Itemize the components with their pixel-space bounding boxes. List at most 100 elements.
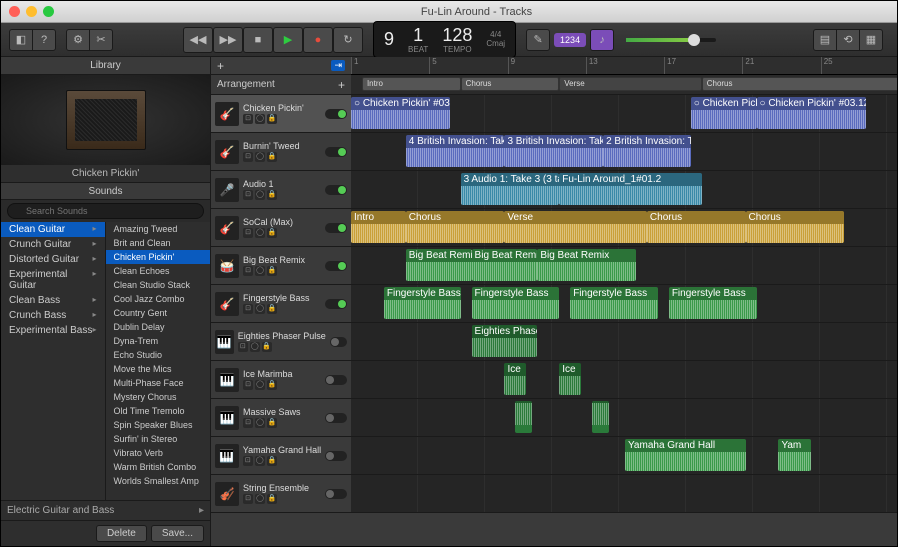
region[interactable]: Fingerstyle Bass xyxy=(384,287,461,319)
solo-button[interactable]: ◯ xyxy=(255,456,265,466)
category-item[interactable]: Experimental Guitar▸ xyxy=(1,267,105,293)
solo-button[interactable]: ◯ xyxy=(255,190,265,200)
preset-item[interactable]: Clean Studio Stack xyxy=(106,278,211,292)
region[interactable]: 4 British Invasion: Take 4 (4 takes) xyxy=(406,135,505,167)
breadcrumb[interactable]: Electric Guitar and Bass xyxy=(7,505,114,516)
solo-button[interactable]: ◯ xyxy=(255,114,265,124)
preset-item[interactable]: Echo Studio xyxy=(106,348,211,362)
region[interactable] xyxy=(515,401,531,433)
track-enable-toggle[interactable] xyxy=(330,337,347,347)
region[interactable]: ○ Chicken Pickin' #03.3 xyxy=(351,97,450,129)
track-lane[interactable]: 3 Audio 1: Take 3 (3 takes)Fu-Lin Around… xyxy=(351,171,897,208)
mute-button[interactable]: ⊡ xyxy=(243,418,253,428)
category-item[interactable]: Clean Guitar▸ xyxy=(1,222,105,237)
region[interactable]: Fingerstyle Bass xyxy=(472,287,560,319)
preset-item[interactable]: Dyna-Trem xyxy=(106,334,211,348)
mute-button[interactable]: ⊡ xyxy=(243,304,253,314)
preset-item[interactable]: Country Gent xyxy=(106,306,211,320)
mute-button[interactable]: ⊡ xyxy=(243,380,253,390)
preset-item[interactable]: Dublin Delay xyxy=(106,320,211,334)
preset-item[interactable]: Multi-Phase Face xyxy=(106,376,211,390)
category-item[interactable]: Crunch Guitar▸ xyxy=(1,237,105,252)
search-input[interactable] xyxy=(7,203,204,219)
library-toggle[interactable]: ◧ xyxy=(9,29,33,51)
region[interactable]: Chorus xyxy=(406,211,505,243)
track-header[interactable]: 🎹 Yamaha Grand Hall ⊡◯🔒 xyxy=(211,437,351,474)
solo-button[interactable]: ◯ xyxy=(250,342,260,352)
mute-button[interactable]: ⊡ xyxy=(243,190,253,200)
mute-button[interactable]: ⊡ xyxy=(243,266,253,276)
track-header[interactable]: 🎸 Burnin' Tweed ⊡◯🔒 xyxy=(211,133,351,170)
track-header[interactable]: 🎸 Fingerstyle Bass ⊡◯🔒 xyxy=(211,285,351,322)
preset-item[interactable]: Warm British Combo xyxy=(106,460,211,474)
category-item[interactable]: Distorted Guitar▸ xyxy=(1,252,105,267)
solo-button[interactable]: ◯ xyxy=(255,494,265,504)
lock-icon[interactable]: 🔒 xyxy=(267,152,277,162)
record-button[interactable]: ● xyxy=(303,27,333,53)
track-header[interactable]: 🎹 Ice Marimba ⊡◯🔒 xyxy=(211,361,351,398)
forward-button[interactable]: ▶▶ xyxy=(213,27,243,53)
ruler[interactable]: 15913172125 xyxy=(351,57,897,75)
region[interactable] xyxy=(592,401,608,433)
track-header[interactable]: 🎹 Massive Saws ⊡◯🔒 xyxy=(211,399,351,436)
category-item[interactable]: Clean Bass▸ xyxy=(1,293,105,308)
region[interactable]: Fingerstyle Bass xyxy=(669,287,757,319)
region[interactable]: ○ Chicken Pickin' #01 xyxy=(691,97,757,129)
solo-button[interactable]: ◯ xyxy=(255,266,265,276)
track-lane[interactable]: Yamaha Grand HallYam xyxy=(351,437,897,474)
track-enable-toggle[interactable] xyxy=(325,261,347,271)
region[interactable]: Intro xyxy=(351,211,406,243)
cycle-button[interactable]: ↻ xyxy=(333,27,363,53)
category-item[interactable]: Experimental Bass▸ xyxy=(1,323,105,338)
category-item[interactable]: Crunch Bass▸ xyxy=(1,308,105,323)
track-lane[interactable]: IntroChorusVerseChorusChorus xyxy=(351,209,897,246)
region[interactable]: Fu-Lin Around_1#01.2 xyxy=(559,173,701,205)
media-icon[interactable]: ▦ xyxy=(859,29,883,51)
help-button[interactable]: ? xyxy=(32,29,56,51)
loops-icon[interactable]: ⟲ xyxy=(836,29,860,51)
region[interactable]: ○ Chicken Pickin' #03.12 xyxy=(757,97,867,129)
arrangement-marker[interactable]: Chorus xyxy=(702,77,897,91)
pencil-icon[interactable]: ✎ xyxy=(526,29,550,51)
mute-button[interactable]: ⊡ xyxy=(243,228,253,238)
zoom-button[interactable] xyxy=(43,6,54,17)
mute-button[interactable]: ⊡ xyxy=(243,114,253,124)
region[interactable]: Eighties Phaser Pul xyxy=(472,325,538,357)
track-enable-toggle[interactable] xyxy=(325,299,347,309)
close-button[interactable] xyxy=(9,6,20,17)
region[interactable]: Verse xyxy=(504,211,646,243)
track-lane[interactable]: 4 British Invasion: Take 4 (4 takes)3 Br… xyxy=(351,133,897,170)
arrangement-marker[interactable]: Chorus xyxy=(461,77,560,91)
add-track-button[interactable]: + xyxy=(217,59,224,73)
arrangement-marker[interactable]: Verse xyxy=(559,77,701,91)
scissors-icon[interactable]: ✂ xyxy=(89,29,113,51)
master-volume[interactable] xyxy=(626,38,716,42)
lock-icon[interactable]: 🔒 xyxy=(267,114,277,124)
lock-icon[interactable]: 🔒 xyxy=(267,228,277,238)
track-header[interactable]: 🎤 Audio 1 ⊡◯🔒 xyxy=(211,171,351,208)
track-enable-toggle[interactable] xyxy=(325,451,347,461)
mute-button[interactable]: ⊡ xyxy=(243,456,253,466)
region[interactable]: 3 Audio 1: Take 3 (3 takes) xyxy=(461,173,560,205)
filter-icon[interactable]: ⇥ xyxy=(331,60,345,71)
solo-button[interactable]: ◯ xyxy=(255,418,265,428)
track-header[interactable]: 🎸 SoCal (Max) ⊡◯🔒 xyxy=(211,209,351,246)
preset-item[interactable]: Mystery Chorus xyxy=(106,390,211,404)
region[interactable]: Chorus xyxy=(647,211,746,243)
preset-item[interactable]: Move the Mics xyxy=(106,362,211,376)
track-lane[interactable] xyxy=(351,475,897,512)
add-arrangement-button[interactable]: + xyxy=(338,78,345,92)
tuner-button[interactable]: 1234 xyxy=(554,33,586,47)
preset-item[interactable]: Worlds Smallest Amp xyxy=(106,474,211,488)
solo-button[interactable]: ◯ xyxy=(255,152,265,162)
delete-button[interactable]: Delete xyxy=(96,525,147,542)
lock-icon[interactable]: 🔒 xyxy=(262,342,272,352)
track-enable-toggle[interactable] xyxy=(325,489,347,499)
region[interactable]: Ice xyxy=(504,363,526,395)
track-enable-toggle[interactable] xyxy=(325,223,347,233)
lock-icon[interactable]: 🔒 xyxy=(267,380,277,390)
settings-icon[interactable]: ⚙ xyxy=(66,29,90,51)
preset-item[interactable]: Brit and Clean xyxy=(106,236,211,250)
mute-button[interactable]: ⊡ xyxy=(238,342,248,352)
track-lane[interactable]: Eighties Phaser Pul xyxy=(351,323,897,360)
